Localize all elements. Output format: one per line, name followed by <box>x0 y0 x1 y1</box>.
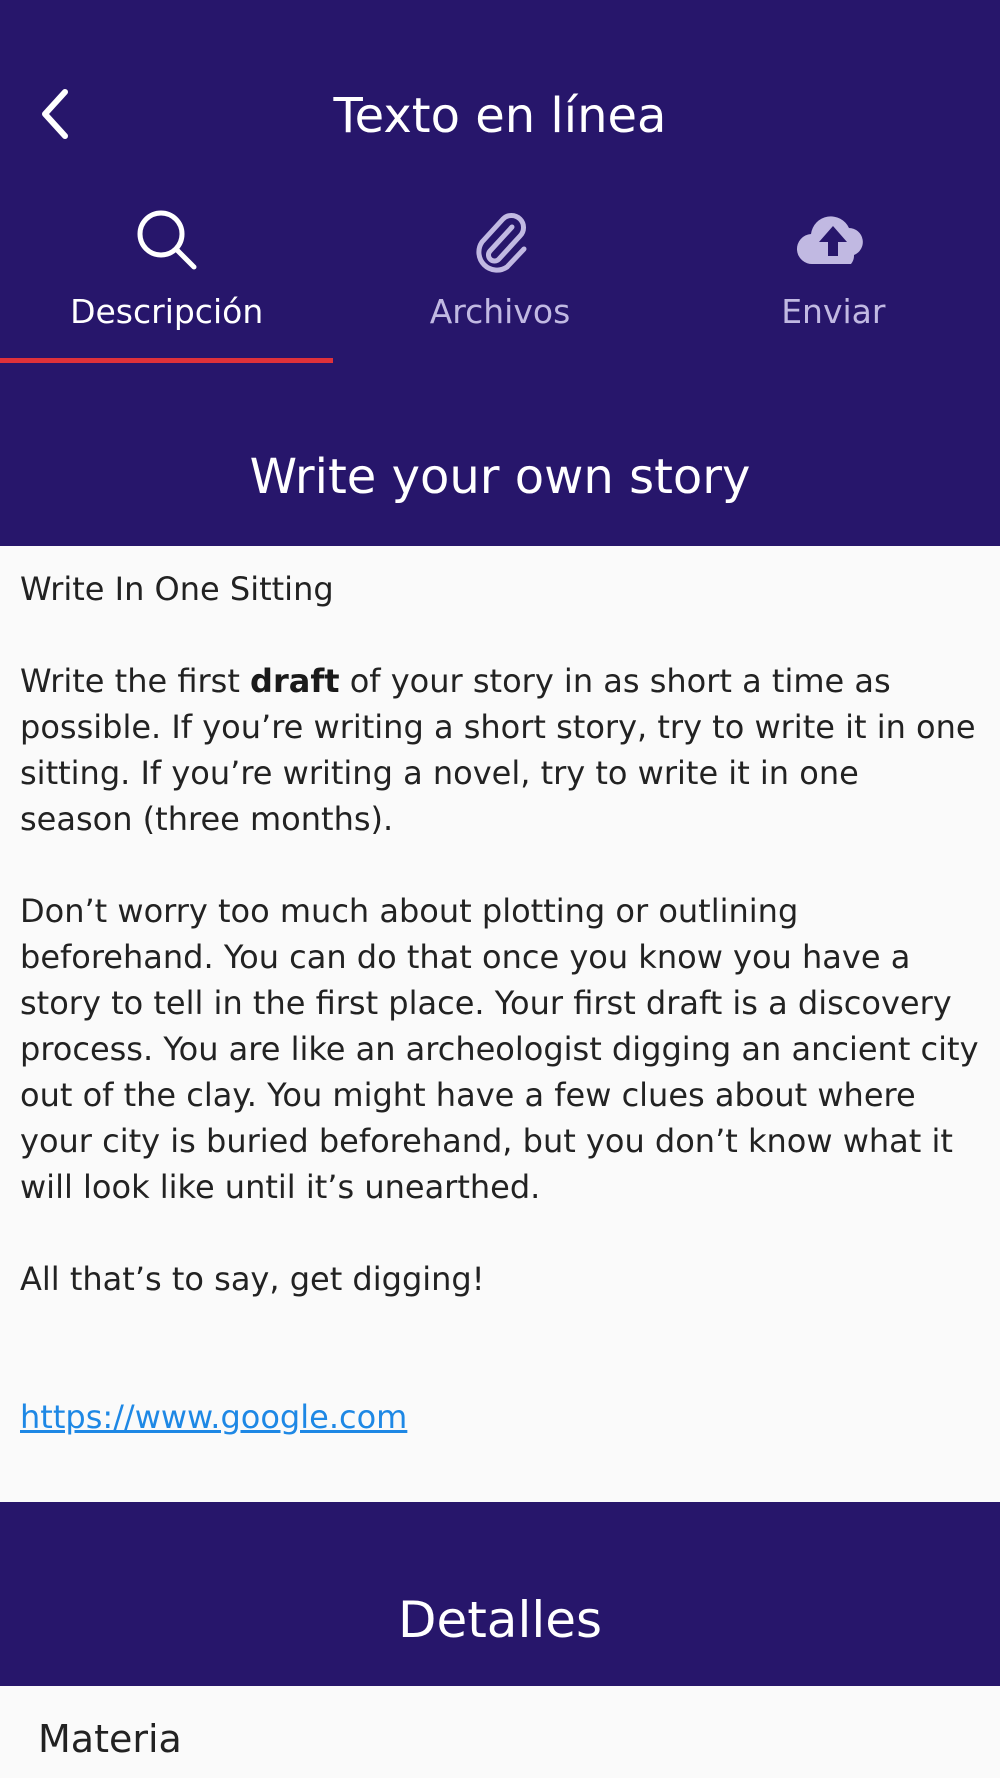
description-heading: Write In One Sitting <box>20 570 334 608</box>
assignment-description: Write In One Sitting Write the first dra… <box>0 546 1000 1502</box>
subject-label: Materia <box>38 1717 182 1761</box>
bold-text: draft <box>250 662 340 700</box>
active-tab-indicator <box>0 358 334 363</box>
tab-label: Archivos <box>429 292 571 331</box>
external-link[interactable]: https://www.google.com <box>20 1398 407 1436</box>
cloud-upload-icon <box>667 206 1000 274</box>
tab-label: Enviar <box>781 292 886 331</box>
description-paragraph-1: Write the first draft of your story in a… <box>20 658 980 842</box>
tab-bar: Descripción Archivos Enviar <box>0 200 1000 363</box>
tab-enviar[interactable]: Enviar <box>667 200 1000 362</box>
paragraph-text: Write the first <box>20 662 251 700</box>
page-title: Texto en línea <box>333 88 667 144</box>
description-paragraph-2: Don’t worry too much about plotting or o… <box>20 892 979 1206</box>
search-icon <box>0 206 333 274</box>
details-title: Detalles <box>397 1591 603 1649</box>
assignment-title: Write your own story <box>249 449 751 505</box>
tab-label: Descripción <box>70 292 264 331</box>
paperclip-icon <box>333 206 666 274</box>
tab-archivos[interactable]: Archivos <box>333 200 666 362</box>
app-screen: Texto en línea Descripción Archivos Envi… <box>0 0 1000 1778</box>
description-paragraph-3: All that’s to say, get digging! <box>20 1260 485 1298</box>
tab-descripcion[interactable]: Descripción <box>0 200 334 363</box>
